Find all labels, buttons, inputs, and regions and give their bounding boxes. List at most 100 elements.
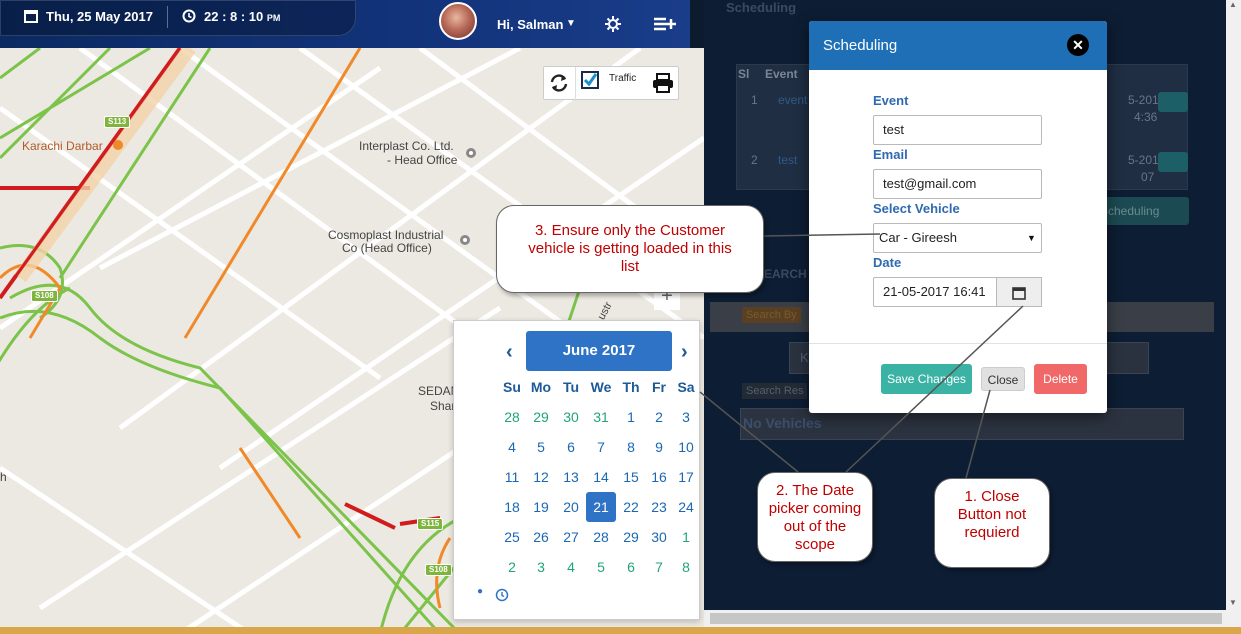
calendar-day[interactable]: 23	[644, 492, 674, 522]
calendar-day[interactable]: 29	[526, 402, 556, 432]
current-time: 22 : 8 : 10 PM	[204, 9, 280, 24]
time-picker-clock-icon[interactable]	[495, 588, 509, 602]
calendar-day[interactable]: 24	[671, 492, 701, 522]
scroll-up-icon[interactable]: ▲	[1229, 0, 1237, 9]
calendar-day[interactable]: 27	[556, 522, 586, 552]
calendar-day[interactable]: 7	[586, 432, 616, 462]
calendar-day[interactable]: 25	[497, 522, 527, 552]
menu-add-icon[interactable]	[654, 17, 676, 31]
event-label: Event	[873, 93, 909, 108]
calendar-day[interactable]: 12	[526, 462, 556, 492]
user-greeting[interactable]: Hi, Salman	[497, 17, 563, 32]
calendar-day[interactable]: 5	[526, 432, 556, 462]
calendar-day[interactable]: 28	[497, 402, 527, 432]
bg-search-by-button[interactable]: Search By	[742, 307, 801, 323]
calendar-day[interactable]: 30	[644, 522, 674, 552]
map-label-cosmoplast: Cosmoplast Industrial	[328, 228, 444, 242]
map-label-interplast: Interplast Co. Ltd.	[359, 139, 454, 153]
weekday-label: Mo	[530, 379, 552, 395]
weekday-label: Tu	[562, 379, 580, 395]
bg-row2-event: test	[778, 153, 798, 167]
calendar-day[interactable]: 3	[671, 402, 701, 432]
calendar-day[interactable]: 13	[556, 462, 586, 492]
month-title-button[interactable]: June 2017	[526, 331, 672, 371]
horizontal-scrollbar[interactable]	[704, 610, 1241, 627]
callout-date-picker: 2. The Date picker coming out of the sco…	[757, 472, 873, 562]
scroll-thumb[interactable]	[710, 613, 1222, 624]
bg-search-title: EARCH	[764, 267, 807, 281]
calendar-day[interactable]: 14	[586, 462, 616, 492]
avatar[interactable]	[439, 2, 477, 40]
chevron-down-icon: ▼	[1027, 233, 1036, 243]
view-button[interactable]	[1158, 92, 1188, 112]
calendar-day[interactable]: 15	[616, 462, 646, 492]
calendar-day[interactable]: 1	[671, 522, 701, 552]
close-icon[interactable]: ✕	[1067, 34, 1089, 56]
chevron-down-icon[interactable]: ▼	[566, 18, 576, 29]
road-shield: S108	[425, 564, 452, 576]
date-field[interactable]: 21-05-2017 16:41	[873, 277, 997, 307]
calendar-day[interactable]: 10	[671, 432, 701, 462]
prev-month-button[interactable]: ‹	[506, 341, 513, 364]
vertical-scrollbar[interactable]: ▲ ▼	[1226, 0, 1241, 610]
weekday-label: Sa	[677, 379, 695, 395]
map-label-interplast-sub: - Head Office	[387, 153, 458, 167]
delete-button[interactable]: Delete	[1034, 364, 1087, 394]
calendar-day[interactable]: 9	[644, 432, 674, 462]
print-icon[interactable]	[652, 73, 674, 93]
calendar-day[interactable]: 30	[556, 402, 586, 432]
scroll-down-icon[interactable]: ▼	[1229, 598, 1237, 607]
calendar-day[interactable]: 8	[616, 432, 646, 462]
map-label-h: h	[0, 470, 7, 484]
bg-search-results-label: Search Res	[742, 383, 808, 399]
calendar-day[interactable]: 17	[671, 462, 701, 492]
save-changes-button[interactable]: Save Changes	[881, 364, 972, 394]
calendar-day[interactable]: 5	[586, 552, 616, 582]
calendar-day[interactable]: 26	[526, 522, 556, 552]
calendar-day[interactable]: 29	[616, 522, 646, 552]
refresh-icon[interactable]	[548, 72, 570, 94]
weekday-label: Su	[503, 379, 521, 395]
calendar-day[interactable]: 16	[644, 462, 674, 492]
road-shield: S115	[417, 518, 444, 530]
calendar-day[interactable]: 8	[671, 552, 701, 582]
calendar-day[interactable]: 2	[497, 552, 527, 582]
bg-row1-time: 4:36	[1134, 110, 1158, 124]
selected-day[interactable]: 21	[586, 492, 616, 522]
bg-search-input-text: K	[800, 350, 809, 365]
calendar-day[interactable]: 31	[586, 402, 616, 432]
bg-no-vehicles-text: No Vehicles	[743, 415, 822, 431]
time-value: 22 : 8 : 10	[204, 9, 264, 24]
view-button[interactable]	[1158, 152, 1188, 172]
modal-footer-divider	[809, 343, 1107, 344]
calendar-day[interactable]: 18	[497, 492, 527, 522]
event-field[interactable]: test	[873, 115, 1042, 145]
calendar-day[interactable]: 4	[497, 432, 527, 462]
calendar-day[interactable]: 20	[556, 492, 586, 522]
calendar-day[interactable]: 19	[526, 492, 556, 522]
calendar-day[interactable]: 7	[644, 552, 674, 582]
callout-close-button: 1. Close Button not requierd	[934, 478, 1050, 568]
calendar-day[interactable]: 22	[616, 492, 646, 522]
calendar-day[interactable]: 6	[616, 552, 646, 582]
calendar-day[interactable]: 28	[586, 522, 616, 552]
calendar-day[interactable]: 4	[556, 552, 586, 582]
calendar-toggle-button[interactable]	[997, 277, 1042, 307]
calendar-day[interactable]: 3	[526, 552, 556, 582]
vehicle-select[interactable]: Car - Gireesh ▼	[873, 223, 1042, 253]
traffic-checkbox[interactable]	[581, 71, 599, 89]
vehicle-select-value: Car - Gireesh	[879, 230, 958, 245]
date-picker[interactable]: ‹ June 2017 › Su Mo Tu We Th Fr Sa 28 29 30 31 1 2 3…	[453, 320, 700, 620]
calendar-day[interactable]: 6	[556, 432, 586, 462]
calendar-day[interactable]: 1	[616, 402, 646, 432]
close-button[interactable]: Close	[981, 367, 1025, 391]
gear-icon[interactable]	[605, 16, 621, 32]
next-month-button[interactable]: ›	[681, 341, 688, 364]
vehicle-label: Select Vehicle	[873, 201, 960, 216]
time-suffix: PM	[266, 13, 281, 23]
calendar-day[interactable]: 11	[497, 462, 527, 492]
email-field[interactable]: test@gmail.com	[873, 169, 1042, 199]
modal-header: Scheduling ✕	[809, 21, 1107, 70]
bg-row1-event: event	[778, 93, 808, 107]
calendar-day[interactable]: 2	[644, 402, 674, 432]
